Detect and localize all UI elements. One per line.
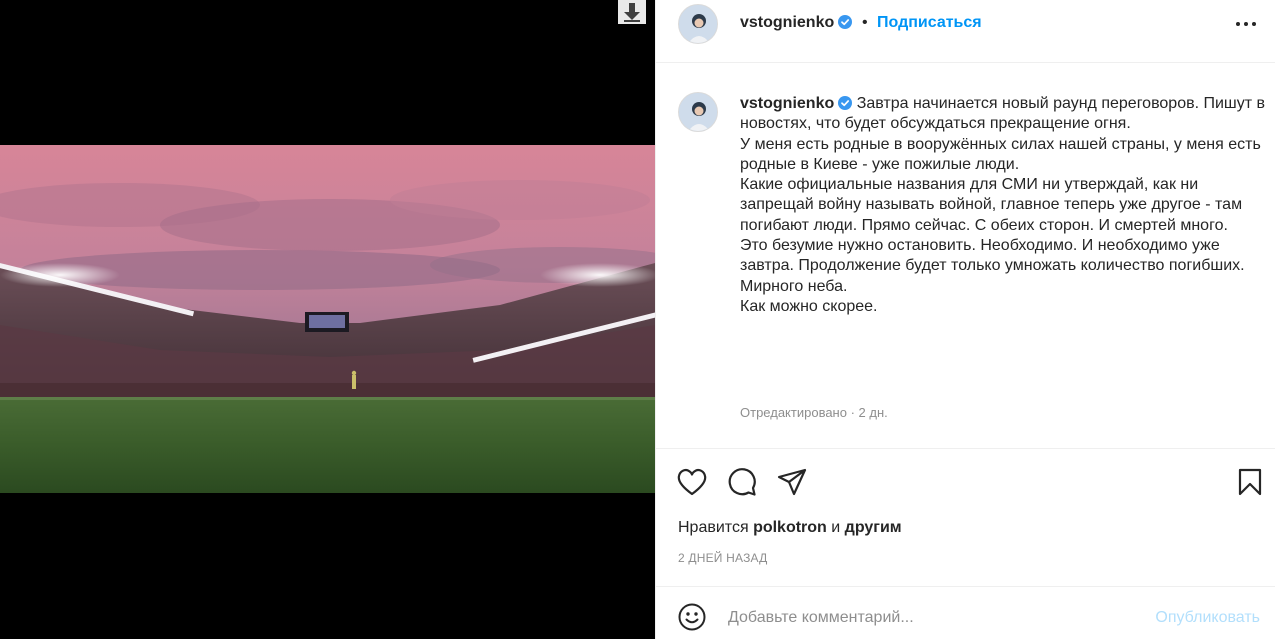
download-icon [624,3,640,22]
header-username[interactable]: vstognienko [740,14,853,32]
likes-summary: Нравится polkotron и другим [678,519,902,537]
comment-bubble-icon [728,468,756,496]
publish-button[interactable]: Опубликовать [1155,609,1260,627]
post-timestamp[interactable]: 2 ДНЕЙ НАЗАД [678,551,767,565]
more-options-icon [1252,22,1256,26]
post-actions [656,466,1275,498]
avatar-photo [679,93,717,131]
like-button[interactable] [676,466,708,498]
likes-others-link[interactable]: другим [845,519,902,536]
heart-icon [677,468,707,496]
caption-body-text: Завтра начинается новый раунд переговоро… [740,95,1266,315]
more-options-icon [1244,22,1248,26]
stadium-photo[interactable] [0,145,655,493]
more-options-icon [1236,22,1240,26]
comment-input[interactable] [728,607,1128,629]
header-separator: • [862,14,868,31]
comment-button[interactable] [726,466,758,498]
avatar-photo [679,5,717,43]
post-media [0,0,655,639]
comment-bar: Опубликовать [656,586,1275,639]
share-button[interactable] [776,466,808,498]
verified-badge-icon [838,96,853,110]
liker-username[interactable]: polkotron [753,519,827,536]
likes-and: и [831,519,841,536]
paper-plane-icon [777,468,807,496]
more-options-button[interactable] [1234,12,1258,36]
avatar[interactable] [678,4,718,44]
bookmark-icon [1238,468,1262,496]
save-button[interactable] [1234,466,1266,498]
caption-username[interactable]: vstognienko [740,95,853,112]
post-details-panel: vstognienko • Подписаться vstognienko За… [655,0,1275,639]
follow-button[interactable]: Подписаться [877,14,982,32]
emoji-button[interactable] [678,603,706,631]
post-caption: vstognienko Завтра начинается новый раун… [656,64,1275,449]
caption-edited-meta[interactable]: Отредактировано · 2 дн. [740,405,888,420]
likes-prefix: Нравится [678,519,749,536]
post-header: vstognienko • Подписаться [656,0,1275,63]
download-button[interactable] [618,0,646,24]
caption-text: vstognienko Завтра начинается новый раун… [740,94,1270,317]
caption-avatar[interactable] [678,92,718,132]
verified-badge-icon [838,15,853,29]
smiley-icon [678,603,706,631]
